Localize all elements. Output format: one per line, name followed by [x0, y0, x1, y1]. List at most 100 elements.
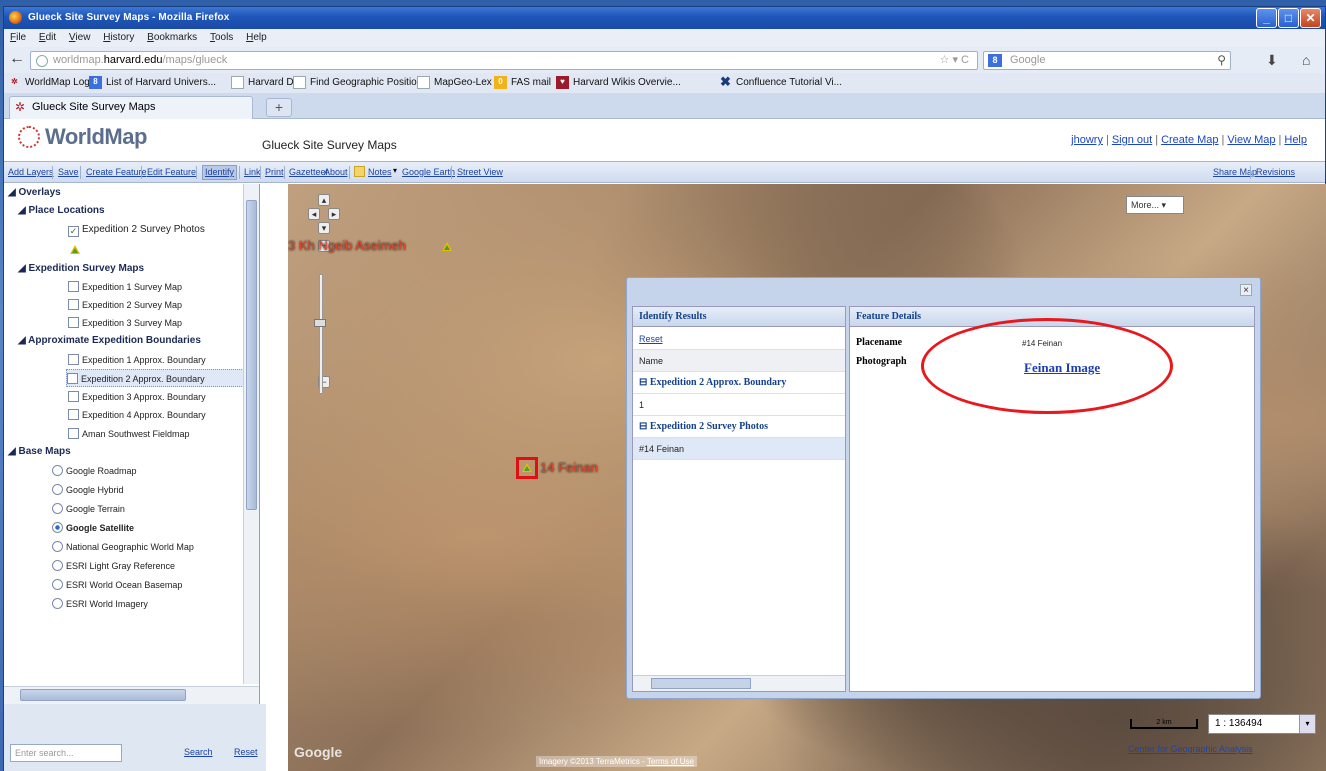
download-icon[interactable]: ⬇ — [1266, 52, 1278, 69]
worldmap-header: WorldMap Glueck Site Survey Maps jhowry |… — [4, 119, 1325, 161]
layer-map1[interactable]: Expedition 1 Survey Map — [68, 278, 182, 296]
bookmark-star-icon[interactable]: ☆ ▾ C — [940, 52, 969, 69]
basemap-google-terrain[interactable]: Google Terrain — [52, 500, 125, 518]
sidebar-vertical-scrollbar[interactable] — [243, 184, 259, 684]
tree-node-boundaries[interactable]: ◢ Approximate Expedition Boundaries — [18, 332, 201, 350]
site-marker-icon[interactable] — [442, 242, 452, 251]
create-map-link[interactable]: Create Map — [1161, 134, 1218, 146]
bookmark-item[interactable]: ✲ WorldMap Login — [8, 76, 98, 89]
sign-out-link[interactable]: Sign out — [1112, 134, 1152, 146]
help-link[interactable]: Help — [1284, 134, 1307, 146]
layer-search-input[interactable]: Enter search... — [10, 744, 122, 762]
basemap-google-satellite[interactable]: Google Satellite — [52, 519, 134, 537]
identify-reset-link[interactable]: Reset — [639, 334, 663, 344]
basemap-google-hybrid[interactable]: Google Hybrid — [52, 481, 124, 499]
checkbox-checked-icon[interactable]: ✓ — [68, 226, 79, 237]
layer-b4[interactable]: Expedition 4 Approx. Boundary — [68, 406, 206, 424]
result-group-photos[interactable]: ⊟ Expedition 2 Survey Photos — [633, 416, 845, 438]
scrollbar-thumb[interactable] — [20, 689, 186, 701]
search-bar[interactable]: 8 Google ⚲ — [983, 51, 1231, 70]
close-icon[interactable]: × — [1240, 284, 1252, 296]
tree-node-overlays[interactable]: ◢ Overlays — [8, 184, 61, 202]
layer-map2[interactable]: Expedition 2 Survey Map — [68, 296, 182, 314]
identify-results-header: Identify Results — [633, 307, 845, 327]
name-column-header[interactable]: Name — [633, 350, 845, 372]
menu-file[interactable]: File — [10, 29, 26, 47]
bookmark-item[interactable]: Harvard Dir — [231, 76, 299, 89]
zoom-slider-thumb[interactable] — [314, 319, 326, 327]
bookmark-item[interactable]: MapGeo-Lex — [417, 76, 492, 89]
new-tab-button[interactable]: + — [266, 98, 292, 117]
scrollbar-thumb[interactable] — [246, 200, 257, 510]
user-link[interactable]: jhowry — [1071, 134, 1103, 146]
home-icon[interactable]: ⌂ — [1302, 52, 1310, 68]
address-bar[interactable]: worldmap.harvard.edu/maps/glueck ☆ ▾ C — [30, 51, 978, 70]
layer-map3[interactable]: Expedition 3 Survey Map — [68, 314, 182, 332]
menu-view[interactable]: View — [69, 29, 91, 47]
results-horizontal-scrollbar[interactable] — [633, 675, 845, 691]
layer-exp2-photos[interactable]: ✓ Expedition 2 Survey Photos — [68, 221, 205, 239]
notes-button[interactable]: Notes — [368, 167, 392, 177]
tree-node-base-maps[interactable]: ◢ Base Maps — [8, 443, 71, 461]
layer-b1[interactable]: Expedition 1 Approx. Boundary — [68, 351, 206, 369]
revisions-button[interactable]: Revisions — [1256, 167, 1295, 177]
terms-link[interactable]: Terms of Use — [647, 757, 694, 766]
bookmark-item[interactable]: 0 FAS mail — [494, 76, 551, 89]
search-button[interactable]: Search — [184, 747, 213, 757]
print-button[interactable]: Print — [265, 167, 284, 177]
pan-right-icon[interactable]: ▸ — [328, 208, 340, 220]
maximize-button[interactable]: □ — [1278, 8, 1299, 28]
result-row-selected[interactable]: #14 Feinan — [633, 438, 845, 460]
pan-up-icon[interactable]: ▴ — [318, 194, 330, 206]
menu-edit[interactable]: Edit — [39, 29, 56, 47]
edit-feature-button[interactable]: Edit Feature — [147, 167, 196, 177]
bookmark-item[interactable]: ✖ Confluence Tutorial Vi... — [719, 75, 842, 89]
cga-link[interactable]: Center for Geographic Analysis — [1128, 744, 1253, 754]
pan-down-icon[interactable]: ▾ — [318, 222, 330, 234]
result-group-boundary[interactable]: ⊟ Expedition 2 Approx. Boundary — [633, 372, 845, 394]
menu-tools[interactable]: Tools — [210, 29, 233, 47]
layer-b3[interactable]: Expedition 3 Approx. Boundary — [68, 388, 206, 406]
search-icon[interactable]: ⚲ — [1217, 52, 1226, 69]
scale-select[interactable]: 1 : 136494 ▾ — [1208, 714, 1316, 734]
google-earth-button[interactable]: Google Earth — [402, 167, 455, 177]
tree-node-survey-maps[interactable]: ◢ Expedition Survey Maps — [18, 260, 144, 278]
basemap-natgeo[interactable]: National Geographic World Map — [52, 538, 194, 556]
create-feature-button[interactable]: Create Feature — [86, 167, 147, 177]
basemap-esri-ocean[interactable]: ESRI World Ocean Basemap — [52, 576, 182, 594]
bookmark-item[interactable]: Find Geographic Position — [293, 76, 422, 89]
bookmark-item[interactable]: 8 List of Harvard Univers... — [89, 76, 216, 89]
basemap-google-roadmap[interactable]: Google Roadmap — [52, 462, 137, 480]
layer-b2[interactable]: Expedition 2 Approx. Boundary — [66, 369, 258, 387]
selected-site-marker[interactable] — [516, 457, 538, 479]
scrollbar-thumb[interactable] — [651, 678, 751, 689]
reset-button[interactable]: Reset — [234, 747, 258, 757]
tree-node-place-locations[interactable]: ◢ Place Locations — [18, 202, 105, 220]
more-dropdown[interactable]: More... ▾ — [1126, 196, 1184, 214]
menu-bookmarks[interactable]: Bookmarks — [147, 29, 197, 47]
close-button[interactable]: ✕ — [1300, 8, 1321, 28]
minimize-button[interactable]: _ — [1256, 8, 1277, 28]
worldmap-logo[interactable]: WorldMap — [18, 124, 147, 150]
zoom-slider[interactable] — [319, 274, 323, 394]
globe-icon — [36, 55, 48, 67]
view-map-link[interactable]: View Map — [1227, 134, 1275, 146]
about-button[interactable]: About — [324, 167, 348, 177]
add-layers-button[interactable]: Add Layers — [8, 167, 54, 177]
street-view-button[interactable]: Street View — [457, 167, 503, 177]
identify-button[interactable]: Identify — [202, 165, 238, 180]
sidebar-horizontal-scrollbar[interactable] — [4, 686, 259, 704]
layer-aman[interactable]: Aman Southwest Fieldmap — [68, 425, 190, 443]
basemap-esri-imagery[interactable]: ESRI World Imagery — [52, 595, 148, 613]
gazetteer-button[interactable]: Gazetteer — [289, 167, 329, 177]
basemap-esri-lightgray[interactable]: ESRI Light Gray Reference — [52, 557, 175, 575]
save-button[interactable]: Save — [58, 167, 79, 177]
result-row[interactable]: 1 — [633, 394, 845, 416]
menu-help[interactable]: Help — [246, 29, 267, 47]
bookmark-item[interactable]: ♥ Harvard Wikis Overvie... — [556, 76, 681, 89]
link-button[interactable]: Link — [244, 167, 261, 177]
pan-left-icon[interactable]: ◂ — [308, 208, 320, 220]
back-arrow-icon[interactable]: ← — [9, 51, 27, 69]
menu-history[interactable]: History — [103, 29, 134, 47]
tab-glueck[interactable]: ✲ Glueck Site Survey Maps — [9, 96, 253, 119]
